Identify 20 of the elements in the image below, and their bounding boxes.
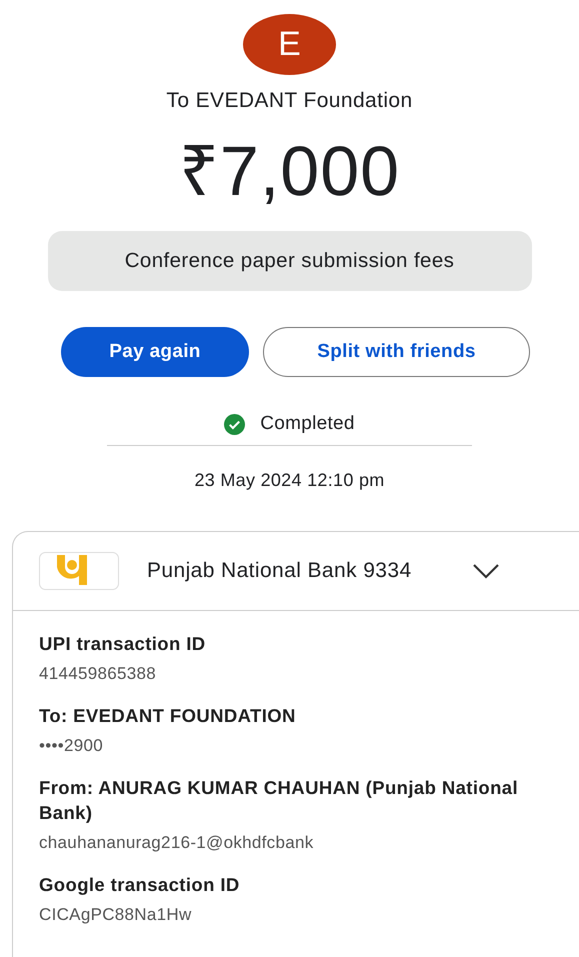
detail-label: UPI transaction ID xyxy=(39,632,207,656)
detail-label: From: ANURAG KUMAR CHAUHAN (Punjab National Bank) xyxy=(39,776,519,825)
detail-value: ••••2900 xyxy=(39,736,104,756)
payment-note: Conference paper submission fees xyxy=(48,231,532,291)
payee-name: To EVEDANT Foundation xyxy=(166,89,413,113)
chevron-down-icon[interactable] xyxy=(472,563,500,579)
check-circle-icon xyxy=(224,414,246,434)
amount: ₹7,000 xyxy=(178,131,400,211)
detail-label: Google transaction ID xyxy=(39,873,241,897)
detail-value: CICAgPC88Na1Hw xyxy=(39,905,193,925)
status-text: Completed xyxy=(260,413,355,435)
detail-value: chauhananurag216-1@okhdfcbank xyxy=(39,833,315,853)
detail-label: To: EVEDANT FOUNDATION xyxy=(39,704,297,728)
bank-logo-icon xyxy=(39,552,119,590)
detail-value: 414459865388 xyxy=(39,664,158,684)
transaction-date: 23 May 2024 12:10 pm xyxy=(194,470,385,491)
avatar: E xyxy=(243,14,336,75)
split-button[interactable]: Split with friends xyxy=(263,327,530,377)
pay-again-button[interactable]: Pay again xyxy=(61,327,249,377)
bank-account: Punjab National Bank 9334 xyxy=(147,559,412,583)
